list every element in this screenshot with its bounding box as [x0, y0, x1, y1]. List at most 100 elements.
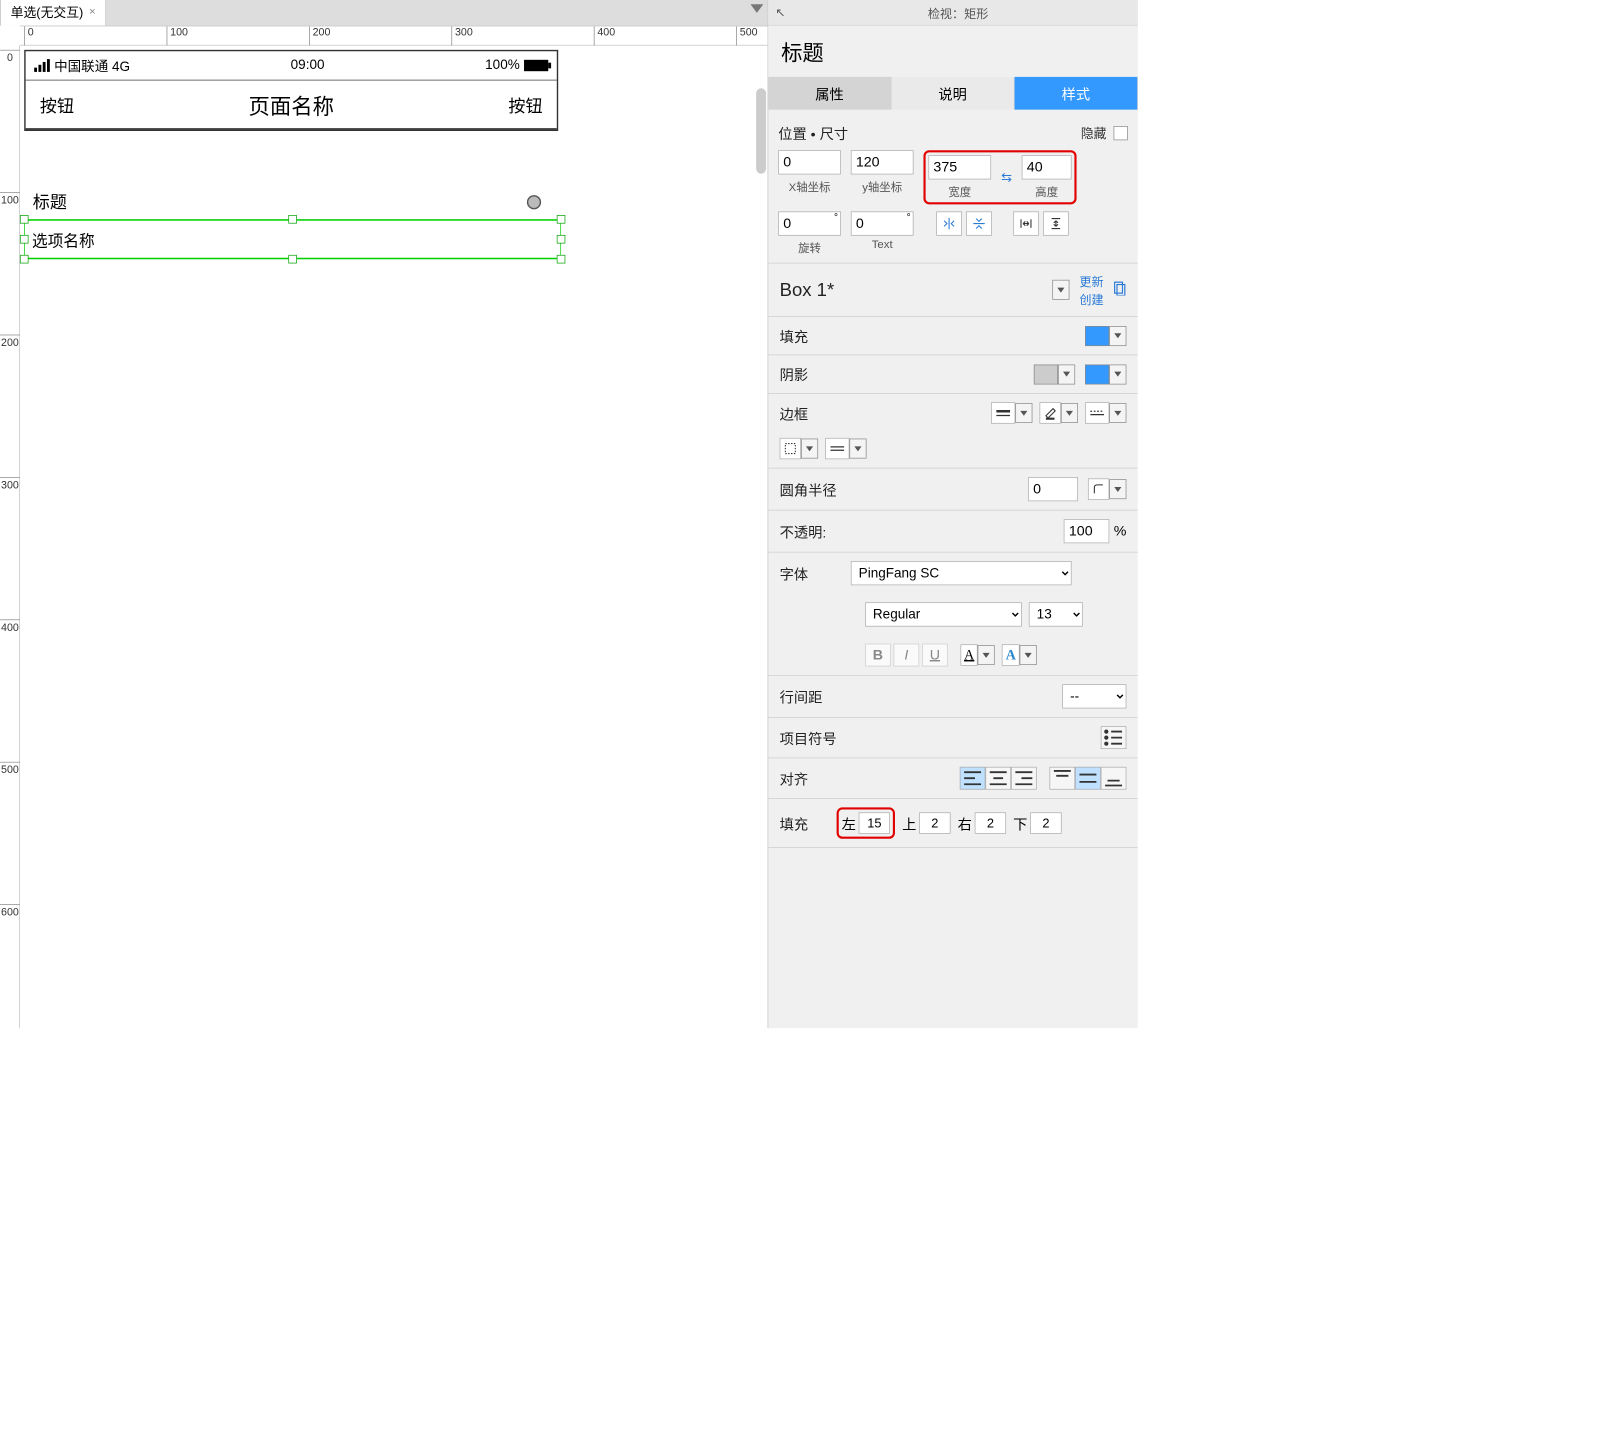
width-label: 宽度: [948, 182, 971, 199]
width-input[interactable]: [928, 155, 991, 179]
pad-left-input[interactable]: [859, 812, 890, 833]
bullets-button[interactable]: [1101, 726, 1127, 749]
hide-checkbox[interactable]: [1114, 126, 1128, 140]
text-color-button[interactable]: A: [960, 644, 977, 665]
resize-handle[interactable]: [288, 215, 297, 224]
page-title: 页面名称: [74, 89, 508, 120]
resize-handle[interactable]: [20, 255, 29, 264]
inner-shadow-swatch[interactable]: [1085, 364, 1109, 384]
pad-right-input[interactable]: [975, 812, 1006, 833]
y-input[interactable]: [851, 150, 914, 174]
nav-right-button[interactable]: 按钮: [508, 92, 542, 117]
height-input[interactable]: [1022, 155, 1072, 179]
section-title-widget[interactable]: 标题: [26, 179, 557, 219]
fit-width-button[interactable]: [1013, 211, 1039, 235]
phone-frame[interactable]: 中国联通 4G 09:00 100% 按钮 页面名称 按钮: [24, 50, 558, 131]
copy-style-icon[interactable]: [1111, 280, 1127, 300]
outer-shadow-dropdown[interactable]: [1058, 364, 1075, 384]
rotation-input[interactable]: [778, 211, 841, 235]
border-width-dropdown[interactable]: [1015, 403, 1032, 423]
pad-top-input[interactable]: [919, 812, 950, 833]
opacity-label: 不透明:: [780, 521, 1064, 542]
border-row: 边框: [768, 394, 1138, 469]
close-icon[interactable]: ×: [89, 6, 96, 19]
border-style-dropdown[interactable]: [1109, 403, 1126, 423]
tab-properties[interactable]: 属性: [768, 77, 891, 110]
selected-widget[interactable]: 选项名称: [24, 219, 561, 259]
opacity-row: 不透明: %: [768, 511, 1138, 553]
tab-notes[interactable]: 说明: [891, 77, 1014, 110]
underline-button[interactable]: U: [922, 644, 948, 667]
line-spacing-label: 行间距: [780, 686, 1063, 707]
bold-button[interactable]: B: [865, 644, 891, 667]
corner-shape-dropdown[interactable]: [1109, 479, 1126, 499]
nav-left-button[interactable]: 按钮: [40, 92, 74, 117]
text-color-dropdown[interactable]: [978, 645, 995, 665]
bullets-label: 项目符号: [780, 727, 1101, 748]
pad-bottom-label: 下: [1013, 813, 1027, 834]
document-tab[interactable]: 单选(无交互) ×: [0, 0, 106, 26]
resize-handle[interactable]: [20, 235, 29, 244]
align-center-button[interactable]: [985, 767, 1011, 790]
v-align-group: [1049, 767, 1126, 790]
text-effects-button[interactable]: A: [1002, 644, 1019, 665]
resize-handle[interactable]: [557, 255, 566, 264]
style-preset-name[interactable]: Box 1*: [780, 279, 835, 301]
flip-horizontal-button[interactable]: [936, 211, 962, 235]
border-pattern-control: [825, 438, 849, 459]
corner-radius-input[interactable]: [1028, 477, 1078, 501]
align-left-button[interactable]: [960, 767, 986, 790]
italic-button[interactable]: I: [894, 644, 920, 667]
ruler-tick: 100: [0, 192, 20, 206]
resize-handle[interactable]: [20, 215, 29, 224]
border-color-control[interactable]: [1040, 402, 1061, 423]
tab-dropdown-icon[interactable]: [750, 4, 763, 13]
ruler-tick: 500: [0, 762, 20, 776]
tab-style[interactable]: 样式: [1015, 77, 1138, 110]
resize-handle[interactable]: [288, 255, 297, 264]
border-pattern-dropdown[interactable]: [849, 439, 866, 459]
flip-vertical-button[interactable]: [966, 211, 992, 235]
carrier-label: 中国联通 4G: [54, 56, 130, 75]
scrollbar-vertical[interactable]: [756, 88, 766, 173]
text-rotation-input[interactable]: [851, 211, 914, 235]
border-style-control[interactable]: [1085, 402, 1109, 423]
size-highlight: 宽度 ⇆ 高度: [923, 150, 1076, 204]
option-row: 选项名称: [24, 219, 561, 259]
pad-bottom-input[interactable]: [1030, 812, 1061, 833]
fill-color-swatch[interactable]: [1085, 326, 1109, 346]
border-visibility-control[interactable]: [780, 438, 801, 459]
line-spacing-select[interactable]: --: [1062, 684, 1126, 708]
resize-handle[interactable]: [557, 215, 566, 224]
align-middle-button[interactable]: [1075, 767, 1101, 790]
fill-dropdown[interactable]: [1109, 326, 1126, 346]
font-weight-select[interactable]: Regular: [865, 602, 1022, 626]
style-preset-dropdown[interactable]: [1052, 280, 1069, 300]
align-top-button[interactable]: [1049, 767, 1075, 790]
fit-height-button[interactable]: [1043, 211, 1069, 235]
font-size-select[interactable]: 13: [1029, 602, 1083, 626]
align-right-button[interactable]: [1011, 767, 1037, 790]
corner-shape-button[interactable]: [1088, 478, 1109, 499]
resize-handle[interactable]: [557, 235, 566, 244]
border-visibility-dropdown[interactable]: [801, 439, 818, 459]
opacity-input[interactable]: [1064, 519, 1110, 543]
outer-shadow-swatch[interactable]: [1034, 364, 1058, 384]
collapse-icon[interactable]: ↖: [775, 5, 785, 19]
update-style-link[interactable]: 更新: [1079, 272, 1103, 290]
font-family-select[interactable]: PingFang SC: [851, 561, 1072, 585]
pad-top-label: 上: [902, 813, 916, 834]
inner-shadow-dropdown[interactable]: [1109, 364, 1126, 384]
align-label: 对齐: [780, 768, 808, 789]
align-bottom-button[interactable]: [1101, 767, 1127, 790]
hide-label: 隐藏: [1081, 124, 1107, 143]
x-input[interactable]: [778, 150, 841, 174]
lock-aspect-icon[interactable]: ⇆: [1001, 170, 1012, 185]
border-width-control[interactable]: [991, 402, 1015, 423]
text-effects-dropdown[interactable]: [1020, 645, 1037, 665]
padding-label: 填充: [780, 813, 808, 834]
create-style-link[interactable]: 创建: [1079, 290, 1103, 308]
design-canvas[interactable]: 中国联通 4G 09:00 100% 按钮 页面名称 按钮 标题: [20, 46, 768, 1029]
border-color-dropdown[interactable]: [1061, 403, 1078, 423]
inspector-tabs: 属性 说明 样式: [768, 77, 1138, 110]
